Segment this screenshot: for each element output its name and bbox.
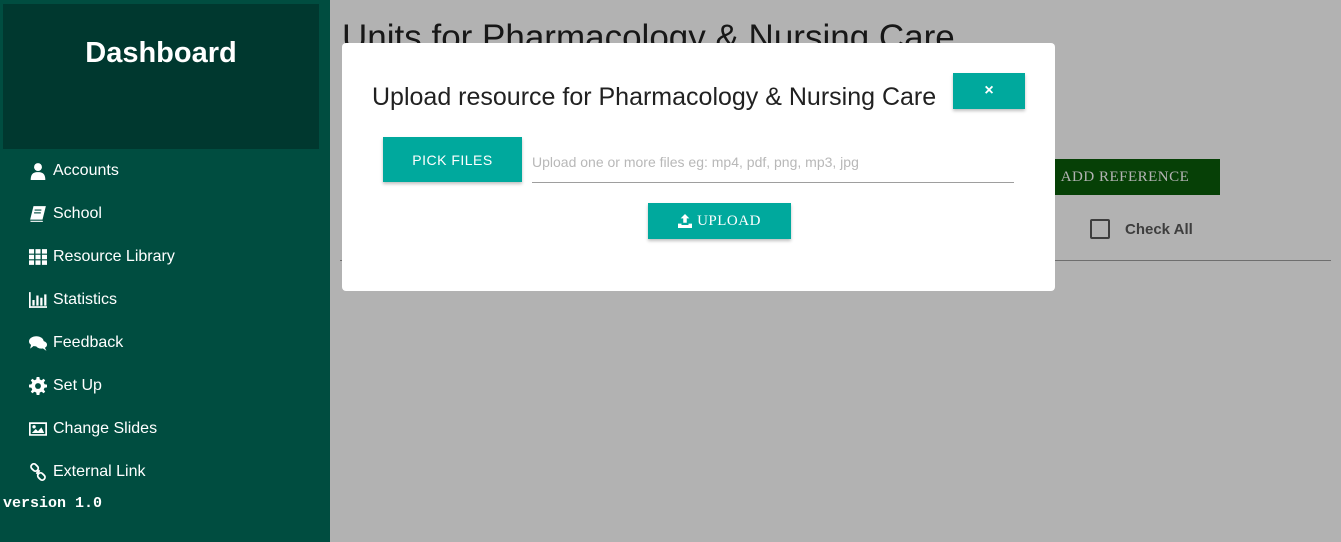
sidebar-item-label: Statistics: [53, 290, 118, 308]
upload-label: UPLOAD: [697, 212, 761, 229]
sidebar-item-set-up[interactable]: Set Up: [28, 364, 102, 407]
file-input[interactable]: [532, 141, 1014, 183]
sidebar-item-label: School: [53, 204, 102, 222]
modal-title: Upload resource for Pharmacology & Nursi…: [372, 83, 937, 111]
sidebar-item-label: Change Slides: [53, 419, 158, 437]
sidebar-item-statistics[interactable]: Statistics: [28, 278, 117, 321]
sidebar-item-change-slides[interactable]: Change Slides: [28, 407, 157, 450]
image-icon: [28, 420, 48, 438]
close-button[interactable]: ×: [953, 73, 1025, 109]
upload-icon: [678, 214, 693, 228]
sidebar-item-label: Accounts: [53, 161, 119, 179]
sidebar-item-feedback[interactable]: Feedback: [28, 321, 123, 364]
sidebar-item-school[interactable]: School: [28, 192, 102, 235]
upload-modal: Upload resource for Pharmacology & Nursi…: [342, 43, 1055, 291]
sidebar: Dashboard Accounts School Resource Libra…: [0, 0, 330, 542]
dashboard-title[interactable]: Dashboard: [3, 37, 319, 70]
close-icon: ×: [984, 82, 994, 99]
user-icon: [28, 162, 48, 180]
brand-panel: Dashboard: [3, 4, 319, 149]
pick-files-button[interactable]: PICK FILES: [383, 137, 522, 182]
upload-button[interactable]: UPLOAD: [648, 203, 791, 239]
sidebar-item-resource-library[interactable]: Resource Library: [28, 235, 175, 278]
sidebar-item-label: Set Up: [53, 376, 102, 394]
sidebar-item-accounts[interactable]: Accounts: [28, 149, 119, 192]
link-icon: [28, 462, 48, 481]
book-icon: [28, 205, 48, 223]
grid-icon: [28, 248, 48, 266]
version-label: version 1.0: [3, 495, 103, 512]
sidebar-item-label: Feedback: [53, 333, 124, 351]
gear-icon: [28, 376, 48, 395]
comments-icon: [28, 334, 48, 352]
bar-chart-icon: [28, 291, 48, 309]
sidebar-item-external-link[interactable]: External Link: [28, 450, 146, 493]
sidebar-item-label: External Link: [53, 462, 146, 480]
sidebar-item-label: Resource Library: [53, 247, 175, 265]
